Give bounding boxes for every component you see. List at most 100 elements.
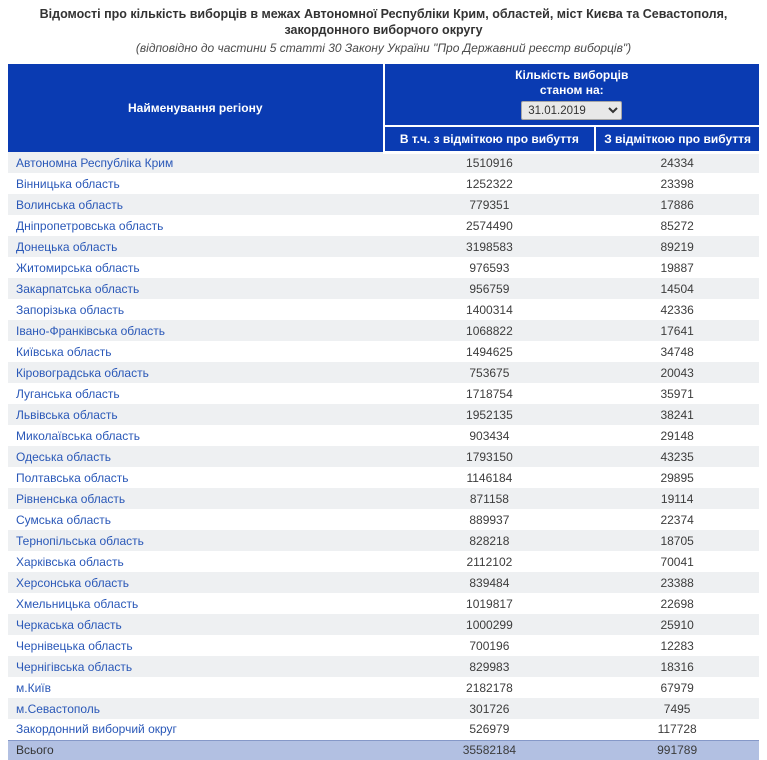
region-link[interactable]: Автономна Республіка Крим xyxy=(16,156,173,170)
table-row: Чернігівська область 829983 18316 xyxy=(8,656,759,677)
count-column-header: Кількість виборців станом на: 31.01.2019 xyxy=(384,64,760,126)
count-cell: 18316 xyxy=(595,656,759,677)
count-cell: 67979 xyxy=(595,677,759,698)
region-link[interactable]: Рівненська область xyxy=(16,492,125,506)
region-link[interactable]: Полтавська область xyxy=(16,471,129,485)
region-link[interactable]: Миколаївська область xyxy=(16,429,140,443)
count-cell: 2574490 xyxy=(384,215,596,236)
table-row: Луганська область 1718754 35971 xyxy=(8,383,759,404)
table-row: м.Севастополь 301726 7495 xyxy=(8,698,759,719)
total-value-2: 991789 xyxy=(595,740,759,760)
count-cell: 1252322 xyxy=(384,173,596,194)
count-cell: 1146184 xyxy=(384,467,596,488)
region-link[interactable]: Закарпатська область xyxy=(16,282,139,296)
table-row: Закарпатська область 956759 14504 xyxy=(8,278,759,299)
count-cell: 22698 xyxy=(595,593,759,614)
subheader-with-departure: З відміткою про вибуття xyxy=(595,126,759,152)
table-row: Харківська область 2112102 70041 xyxy=(8,551,759,572)
page-title: Відомості про кількість виборців в межах… xyxy=(10,6,757,38)
table-row: Волинська область 779351 17886 xyxy=(8,194,759,215)
count-cell: 85272 xyxy=(595,215,759,236)
count-cell: 903434 xyxy=(384,425,596,446)
region-link[interactable]: м.Севастополь xyxy=(16,702,100,716)
region-link[interactable]: м.Київ xyxy=(16,681,51,695)
count-cell: 956759 xyxy=(384,278,596,299)
table-row: Івано-Франківська область 1068822 17641 xyxy=(8,320,759,341)
region-link[interactable]: Кіровоградська область xyxy=(16,366,149,380)
count-cell: 35971 xyxy=(595,383,759,404)
table-row: Чернівецька область 700196 12283 xyxy=(8,635,759,656)
count-cell: 2112102 xyxy=(384,551,596,572)
table-row: Житомирська область 976593 19887 xyxy=(8,257,759,278)
count-cell: 34748 xyxy=(595,341,759,362)
region-link[interactable]: Тернопільська область xyxy=(16,534,144,548)
table-row: Дніпропетровська область 2574490 85272 xyxy=(8,215,759,236)
date-select[interactable]: 31.01.2019 xyxy=(521,101,622,120)
region-link[interactable]: Київська область xyxy=(16,345,111,359)
region-link[interactable]: Волинська область xyxy=(16,198,123,212)
count-cell: 19114 xyxy=(595,488,759,509)
table-row: Київська область 1494625 34748 xyxy=(8,341,759,362)
region-link[interactable]: Чернівецька область xyxy=(16,639,133,653)
count-cell: 1019817 xyxy=(384,593,596,614)
table-row: Запорізька область 1400314 42336 xyxy=(8,299,759,320)
table-row: Вінницька область 1252322 23398 xyxy=(8,173,759,194)
region-link[interactable]: Луганська область xyxy=(16,387,120,401)
region-link[interactable]: Житомирська область xyxy=(16,261,140,275)
count-cell: 14504 xyxy=(595,278,759,299)
page-subtitle: (відповідно до частини 5 статті 30 Закон… xyxy=(10,40,757,56)
region-link[interactable]: Сумська область xyxy=(16,513,111,527)
count-cell: 42336 xyxy=(595,299,759,320)
table-header: Найменування регіону Кількість виборців … xyxy=(8,64,759,152)
table-row: Полтавська область 1146184 29895 xyxy=(8,467,759,488)
region-link[interactable]: Львівська область xyxy=(16,408,118,422)
region-link[interactable]: Закордонний виборчий округ xyxy=(16,722,177,736)
total-row: Всього 35582184 991789 xyxy=(8,740,759,760)
table-row: Львівська область 1952135 38241 xyxy=(8,404,759,425)
count-cell: 89219 xyxy=(595,236,759,257)
table-row: Сумська область 889937 22374 xyxy=(8,509,759,530)
voters-table: Найменування регіону Кількість виборців … xyxy=(8,64,759,760)
table-row: Донецька область 3198583 89219 xyxy=(8,236,759,257)
count-cell: 24334 xyxy=(595,152,759,173)
count-cell: 7495 xyxy=(595,698,759,719)
table-row: Тернопільська область 828218 18705 xyxy=(8,530,759,551)
count-cell: 779351 xyxy=(384,194,596,215)
title-block: Відомості про кількість виборців в межах… xyxy=(0,0,767,63)
count-cell: 700196 xyxy=(384,635,596,656)
count-cell: 2182178 xyxy=(384,677,596,698)
region-link[interactable]: Івано-Франківська область xyxy=(16,324,165,338)
count-cell: 18705 xyxy=(595,530,759,551)
region-link[interactable]: Дніпропетровська область xyxy=(16,219,163,233)
region-link[interactable]: Донецька область xyxy=(16,240,117,254)
table-row: м.Київ 2182178 67979 xyxy=(8,677,759,698)
count-cell: 871158 xyxy=(384,488,596,509)
count-cell: 1000299 xyxy=(384,614,596,635)
count-cell: 828218 xyxy=(384,530,596,551)
region-link[interactable]: Вінницька область xyxy=(16,177,120,191)
region-link[interactable]: Харківська область xyxy=(16,555,124,569)
count-cell: 70041 xyxy=(595,551,759,572)
region-link[interactable]: Чернігівська область xyxy=(16,660,132,674)
count-cell: 1510916 xyxy=(384,152,596,173)
region-link[interactable]: Хмельницька область xyxy=(16,597,138,611)
region-link[interactable]: Одеська область xyxy=(16,450,111,464)
count-cell: 1718754 xyxy=(384,383,596,404)
count-cell: 976593 xyxy=(384,257,596,278)
count-cell: 23388 xyxy=(595,572,759,593)
count-cell: 1952135 xyxy=(384,404,596,425)
region-link[interactable]: Херсонська область xyxy=(16,576,129,590)
table-row: Одеська область 1793150 43235 xyxy=(8,446,759,467)
count-cell: 526979 xyxy=(384,719,596,740)
count-cell: 1494625 xyxy=(384,341,596,362)
count-cell: 117728 xyxy=(595,719,759,740)
count-cell: 829983 xyxy=(384,656,596,677)
count-cell: 1068822 xyxy=(384,320,596,341)
count-cell: 753675 xyxy=(384,362,596,383)
table-row: Черкаська область 1000299 25910 xyxy=(8,614,759,635)
subheader-including-departure: В т.ч. з відміткою про вибуття xyxy=(384,126,596,152)
region-link[interactable]: Запорізька область xyxy=(16,303,124,317)
count-cell: 839484 xyxy=(384,572,596,593)
count-cell: 3198583 xyxy=(384,236,596,257)
region-link[interactable]: Черкаська область xyxy=(16,618,122,632)
